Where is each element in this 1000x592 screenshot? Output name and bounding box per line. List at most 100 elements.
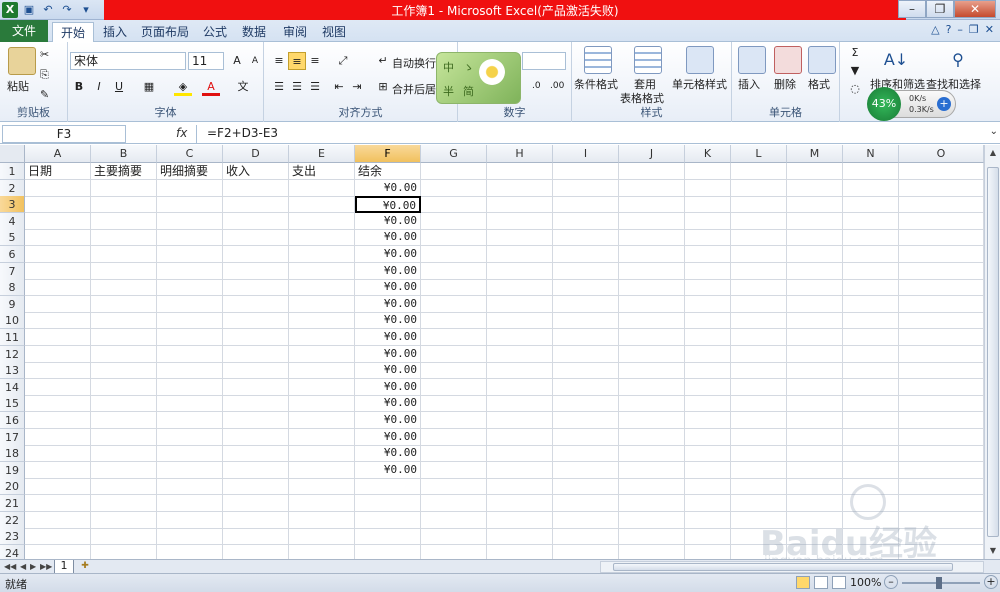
cell-l4[interactable] <box>731 212 787 230</box>
phonetic-icon[interactable]: 文 <box>234 78 252 96</box>
find-select-icon[interactable]: ⚲ <box>944 46 972 74</box>
column-header-m[interactable]: M <box>787 145 843 163</box>
cell-j17[interactable] <box>619 428 685 446</box>
cell-n10[interactable] <box>843 312 899 330</box>
cell-b10[interactable] <box>91 312 157 330</box>
cell-j5[interactable] <box>619 229 685 247</box>
cell-a5[interactable] <box>25 229 91 247</box>
cell-h5[interactable] <box>487 229 553 247</box>
row-header-20[interactable]: 20 <box>0 478 25 496</box>
cell-k24[interactable] <box>685 544 731 559</box>
cell-i4[interactable] <box>553 212 619 230</box>
cell-o21[interactable] <box>899 495 984 512</box>
tab-insert[interactable]: 插入 <box>95 22 135 42</box>
cell-d17[interactable] <box>223 428 289 446</box>
name-box[interactable]: F3 <box>2 125 126 143</box>
cell-o13[interactable] <box>899 362 984 380</box>
paste-button[interactable]: 粘贴 <box>7 78 29 94</box>
cell-f10[interactable]: ¥0.00 <box>355 312 421 330</box>
cell-n13[interactable] <box>843 362 899 380</box>
cell-h23[interactable] <box>487 528 553 546</box>
vertical-scroll-thumb[interactable] <box>987 167 999 537</box>
cell-e21[interactable] <box>289 495 355 512</box>
cell-a21[interactable] <box>25 495 91 512</box>
sort-filter-icon[interactable]: A↓ <box>882 46 910 74</box>
cell-g13[interactable] <box>421 362 487 380</box>
orientation-icon[interactable]: ⤢ <box>334 52 352 70</box>
cell-g2[interactable] <box>421 179 487 197</box>
cell-i15[interactable] <box>553 395 619 413</box>
cell-o11[interactable] <box>899 329 984 346</box>
minimize-ribbon-icon[interactable]: △ <box>931 23 939 36</box>
maximize-button[interactable]: ❐ <box>926 0 954 18</box>
cell-d22[interactable] <box>223 511 289 529</box>
cell-h14[interactable] <box>487 378 553 396</box>
cell-l1[interactable] <box>731 163 787 180</box>
cell-b16[interactable] <box>91 412 157 429</box>
network-speed-widget[interactable]: 43% 0K/s 0.3K/s + <box>867 87 956 121</box>
column-header-j[interactable]: J <box>619 145 685 163</box>
cell-e8[interactable] <box>289 279 355 297</box>
cell-b7[interactable] <box>91 262 157 280</box>
row-header-21[interactable]: 21 <box>0 495 25 512</box>
cell-h1[interactable] <box>487 163 553 180</box>
cell-n11[interactable] <box>843 329 899 346</box>
cell-n15[interactable] <box>843 395 899 413</box>
cell-n3[interactable] <box>843 196 899 214</box>
cell-d21[interactable] <box>223 495 289 512</box>
cell-d4[interactable] <box>223 212 289 230</box>
cell-m14[interactable] <box>787 378 843 396</box>
fill-icon[interactable]: ▼ <box>846 62 864 80</box>
cell-d3[interactable] <box>223 196 289 214</box>
cell-n6[interactable] <box>843 246 899 263</box>
format-table-icon[interactable] <box>634 46 662 74</box>
cell-j19[interactable] <box>619 461 685 479</box>
cell-g23[interactable] <box>421 528 487 546</box>
cell-n2[interactable] <box>843 179 899 197</box>
cell-g7[interactable] <box>421 262 487 280</box>
column-header-o[interactable]: O <box>899 145 984 163</box>
cell-l20[interactable] <box>731 478 787 496</box>
cell-d15[interactable] <box>223 395 289 413</box>
cell-d7[interactable] <box>223 262 289 280</box>
cell-f13[interactable]: ¥0.00 <box>355 362 421 380</box>
cell-styles-button[interactable]: 单元格样式 <box>672 76 727 92</box>
cell-f22[interactable] <box>355 511 421 529</box>
insert-cells-button[interactable]: 插入 <box>738 76 760 92</box>
cell-f23[interactable] <box>355 528 421 546</box>
cell-n17[interactable] <box>843 428 899 446</box>
help-icon[interactable]: ? <box>946 23 952 36</box>
cell-d10[interactable] <box>223 312 289 330</box>
cell-k14[interactable] <box>685 378 731 396</box>
cell-g16[interactable] <box>421 412 487 429</box>
column-header-e[interactable]: E <box>289 145 355 163</box>
cell-n5[interactable] <box>843 229 899 247</box>
row-header-22[interactable]: 22 <box>0 511 25 529</box>
cell-n14[interactable] <box>843 378 899 396</box>
expand-formula-icon[interactable]: ⌄ <box>990 126 998 137</box>
cell-b13[interactable] <box>91 362 157 380</box>
clear-icon[interactable]: ◌ <box>846 80 864 98</box>
cell-k5[interactable] <box>685 229 731 247</box>
italic-button[interactable]: I <box>90 78 108 96</box>
insert-cells-icon[interactable] <box>738 46 766 74</box>
cell-b2[interactable] <box>91 179 157 197</box>
cell-c14[interactable] <box>157 378 223 396</box>
cell-l14[interactable] <box>731 378 787 396</box>
format-painter-icon[interactable]: ✎ <box>40 88 49 101</box>
conditional-format-button[interactable]: 条件格式 <box>574 76 618 92</box>
ime-popup[interactable]: 中 ゝ 半 简 <box>436 52 521 104</box>
cell-f15[interactable]: ¥0.00 <box>355 395 421 413</box>
cell-c21[interactable] <box>157 495 223 512</box>
copy-icon[interactable]: ⎘ <box>40 68 49 82</box>
cell-o7[interactable] <box>899 262 984 280</box>
cell-m18[interactable] <box>787 445 843 463</box>
cell-a23[interactable] <box>25 528 91 546</box>
cell-k11[interactable] <box>685 329 731 346</box>
align-middle-icon[interactable]: ≡ <box>288 52 306 70</box>
cell-h19[interactable] <box>487 461 553 479</box>
cell-f17[interactable]: ¥0.00 <box>355 428 421 446</box>
format-cells-button[interactable]: 格式 <box>808 76 830 92</box>
cell-n1[interactable] <box>843 163 899 180</box>
cell-c19[interactable] <box>157 461 223 479</box>
